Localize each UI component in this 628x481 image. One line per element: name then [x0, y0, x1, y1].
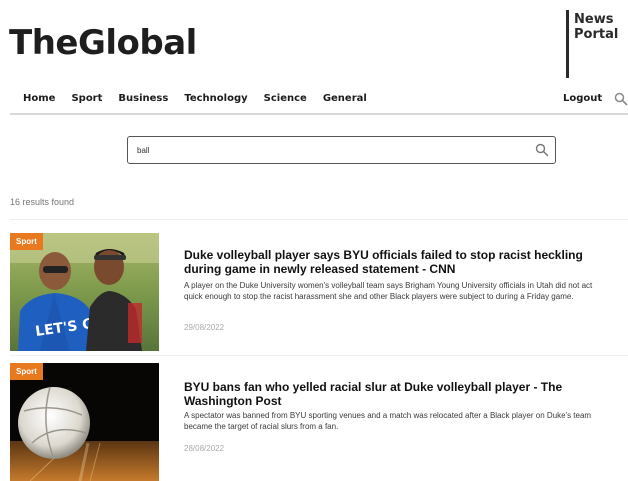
search-box — [127, 136, 556, 164]
results-divider — [10, 219, 628, 220]
nav-item-sport[interactable]: Sport — [71, 93, 102, 104]
nav-item-home[interactable]: Home — [23, 93, 55, 104]
nav-divider — [10, 113, 628, 115]
search-icon[interactable] — [535, 143, 549, 157]
nav-item-business[interactable]: Business — [118, 93, 168, 104]
nav-item-science[interactable]: Science — [264, 93, 307, 104]
main-nav: Home Sport Business Technology Science G… — [23, 93, 383, 104]
tagline-line-2: Portal — [574, 27, 619, 42]
article-card[interactable]: LET'S GO Sport Duke volleyball player sa… — [10, 233, 628, 351]
nav-item-general[interactable]: General — [323, 93, 367, 104]
results-count: 16 results found — [10, 197, 75, 207]
article-title[interactable]: BYU bans fan who yelled racial slur at D… — [184, 380, 604, 408]
article-title[interactable]: Duke volleyball player says BYU official… — [184, 248, 604, 276]
article-thumbnail[interactable]: LET'S GO Sport — [10, 233, 159, 351]
article-photo: LET'S GO — [10, 233, 159, 351]
category-badge: Sport — [10, 363, 43, 380]
nav-item-technology[interactable]: Technology — [184, 93, 247, 104]
article-date: 29/08/2022 — [184, 323, 225, 332]
site-tagline: News Portal — [574, 12, 618, 42]
category-badge: Sport — [10, 233, 43, 250]
site-logo[interactable]: TheGlobal — [9, 26, 197, 60]
article-thumbnail[interactable]: Sport — [10, 363, 159, 481]
article-date: 28/08/2022 — [184, 444, 225, 453]
card-divider — [10, 355, 628, 356]
tagline-divider — [566, 10, 569, 78]
search-input[interactable] — [137, 142, 517, 158]
article-description: A player on the Duke University women's … — [184, 281, 593, 301]
article-card[interactable]: Sport BYU bans fan who yelled racial slu… — [10, 363, 628, 481]
search-icon[interactable] — [614, 92, 628, 106]
logout-link[interactable]: Logout — [563, 93, 602, 104]
article-photo — [10, 363, 159, 481]
article-description: A spectator was banned from BYU sporting… — [184, 411, 592, 431]
tagline-line-1: News — [574, 12, 614, 27]
